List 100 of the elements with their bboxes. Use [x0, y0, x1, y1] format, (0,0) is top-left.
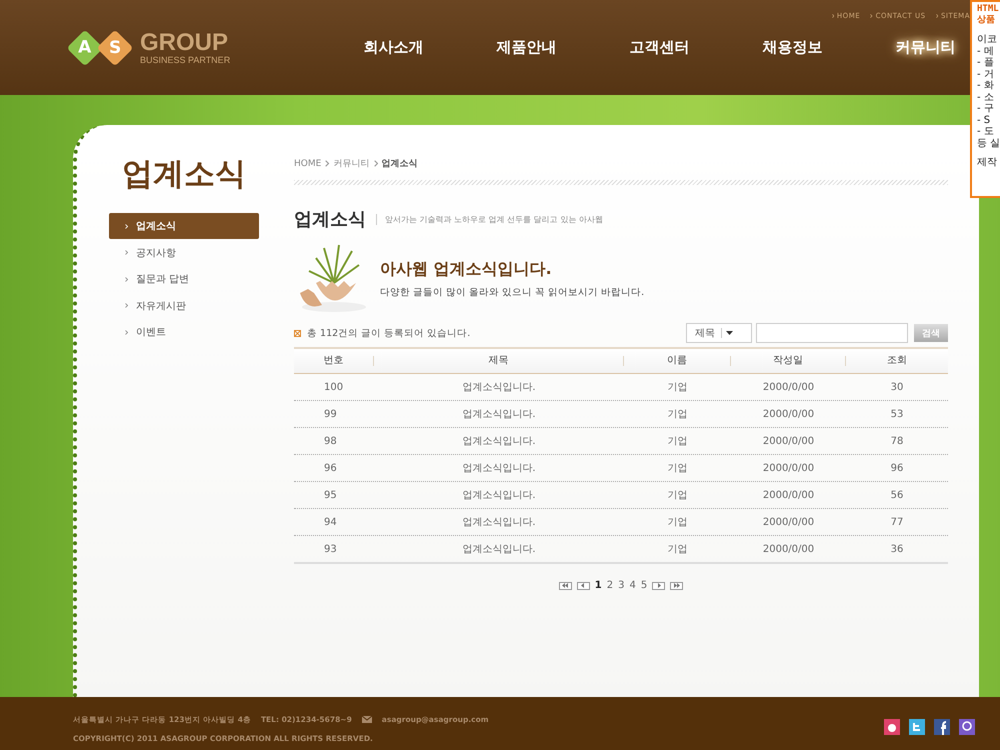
panel-text: 제작 — [977, 157, 998, 168]
table-cell-text: 2000/0/00 — [762, 436, 816, 446]
chevron-icon — [125, 330, 128, 334]
panel-text: - 구 — [977, 103, 995, 114]
table-cell-text: 56 — [890, 490, 904, 500]
panel-text: - 메 — [977, 46, 995, 57]
page-number[interactable]: 4 — [629, 580, 636, 591]
table-cell-text: 2000/0/00 — [762, 408, 816, 420]
table-cell[interactable]: 업계소식입니다. — [374, 434, 624, 448]
table-cell-text: 기업 — [666, 435, 688, 448]
table-cell-text: 기업 — [666, 489, 688, 502]
chevron-icon — [325, 160, 330, 167]
sidebar-item[interactable]: 업계소식 — [109, 213, 259, 239]
page-title: 업계소식 — [294, 208, 366, 231]
table-cell-text: 기업 — [666, 543, 688, 556]
table-cell[interactable]: 업계소식입니다. — [374, 461, 624, 475]
column-header: 번호 — [294, 356, 374, 366]
intro-text: 다양한 글들이 많이 올라와 있으니 꼭 읽어보시기 바랍니다. — [380, 286, 644, 299]
column-header: 이름 — [624, 356, 731, 366]
column-header: 제목 — [374, 356, 624, 366]
panel-text: - 거 — [977, 68, 995, 80]
social-icon[interactable] — [884, 719, 900, 735]
table-cell[interactable]: 업계소식입니다. — [374, 380, 624, 394]
prev-page-button[interactable] — [576, 582, 590, 590]
nav-item[interactable]: 채용정보 — [756, 34, 828, 61]
table-cell-text: 98 — [323, 436, 338, 446]
sidebar-item[interactable]: 공지사항 — [109, 240, 259, 266]
table-cell-text: 77 — [890, 516, 904, 528]
table-cell-text: 2000/0/00 — [762, 462, 816, 474]
breadcrumb-item: 업계소식 — [382, 158, 418, 170]
logo-mark: S — [96, 29, 134, 66]
search-field[interactable] — [756, 323, 908, 343]
next-page-button[interactable] — [652, 582, 666, 590]
table-cell-text: 78 — [890, 436, 904, 446]
sidebar-item[interactable]: 질문과 답변 — [109, 266, 259, 292]
nav-item[interactable]: 커뮤니티 — [890, 34, 962, 61]
page-subtitle: 앞서가는 기술력과 노하우로 업계 선두를 달리고 있는 아사웹 — [376, 214, 603, 224]
chevron-icon — [125, 276, 128, 282]
breadcrumb-item[interactable]: 커뮤니티 — [334, 157, 370, 170]
table-cell-text: 95 — [323, 490, 338, 500]
table-cell-text: 93 — [323, 544, 338, 554]
bullet-icon — [294, 330, 301, 336]
chevron-icon — [125, 250, 128, 255]
table-cell[interactable]: 업계소식입니다. — [374, 407, 624, 421]
bird-icon[interactable] — [909, 719, 925, 735]
search-type-select[interactable]: 제목 — [686, 323, 752, 343]
mail-icon — [362, 716, 372, 723]
nav-item[interactable]: 회사소개 — [358, 34, 430, 61]
chevron-icon — [125, 303, 128, 308]
chat-icon[interactable] — [959, 719, 975, 735]
double-right-icon — [674, 583, 680, 588]
logo-tagline: BUSINESS PARTNER — [140, 54, 230, 64]
table-cell[interactable]: 업계소식입니다. — [374, 488, 624, 502]
panel-text: - 소 — [977, 92, 995, 103]
panel-text: 이코 — [977, 34, 998, 46]
last-page-button[interactable] — [670, 582, 684, 590]
sidebar-title: 업계소식 — [121, 155, 247, 194]
table-cell[interactable]: 업계소식입니다. — [374, 515, 624, 529]
page-number[interactable]: 5 — [640, 580, 648, 591]
intro-heading: 아사웹 업계소식입니다. — [380, 259, 553, 280]
table-cell[interactable]: 업계소식입니다. — [374, 542, 624, 556]
table-cell-text: 기업 — [666, 408, 688, 421]
table-cell-text: 기업 — [666, 381, 688, 394]
table-cell-text: 36 — [890, 544, 904, 554]
table-cell-text: 기업 — [666, 516, 688, 529]
page-number[interactable]: 1 — [594, 580, 602, 591]
sidebar-item[interactable]: 이벤트 — [109, 319, 259, 345]
sidebar-item[interactable]: 자유게시판 — [109, 292, 259, 318]
chevron-icon — [870, 14, 873, 18]
first-page-button[interactable] — [558, 582, 572, 590]
column-header: 조회 — [886, 356, 908, 366]
breadcrumb-item[interactable]: HOME — [294, 158, 322, 168]
chevron-icon — [125, 224, 128, 228]
table-cell-text: 2000/0/00 — [762, 382, 816, 392]
panel-text: - 화 — [977, 80, 995, 92]
table-cell-text: 30 — [890, 382, 904, 392]
table-cell-text: 기업 — [666, 462, 688, 475]
double-left-icon — [562, 583, 568, 588]
facebook-icon[interactable] — [934, 719, 950, 735]
panel-text: - 플 — [977, 57, 995, 68]
panel-text: 등 실 — [977, 138, 1000, 149]
page-number[interactable]: 2 — [606, 580, 614, 591]
panel-title: 상품 — [977, 15, 996, 26]
column-header: 작성일 — [731, 356, 846, 366]
table-cell-text: 53 — [890, 408, 904, 420]
nav-item[interactable]: 제품안내 — [490, 34, 562, 61]
table-cell-text: 2000/0/00 — [762, 544, 816, 554]
page-number[interactable]: 3 — [618, 580, 624, 591]
table-cell-text: 2000/0/00 — [762, 516, 816, 528]
panel-title: HTML — [977, 4, 1000, 15]
panel-text: - S — [977, 114, 992, 126]
table-cell-text: 2000/0/00 — [762, 490, 816, 500]
table-cell-text: 96 — [890, 462, 904, 474]
logo-name: GROUP — [140, 30, 230, 54]
table-cell-text: 96 — [323, 462, 338, 474]
table-cell-text: 99 — [323, 408, 338, 420]
panel-text: - 도 — [977, 126, 995, 138]
nav-item[interactable]: 고객센터 — [624, 34, 696, 61]
right-arrow-icon — [656, 583, 662, 588]
chevron-icon — [374, 160, 378, 167]
